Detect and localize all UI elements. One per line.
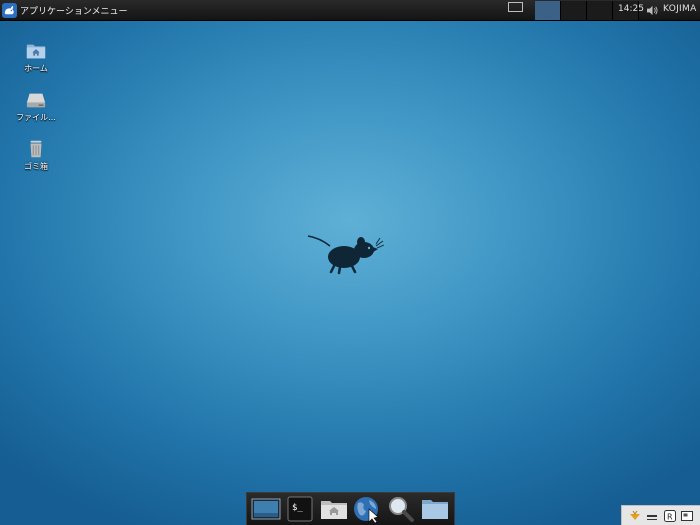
dock-panel: $_ — [246, 492, 455, 525]
desktop-icon-label: ホーム — [24, 64, 48, 73]
dock-app-finder-button[interactable] — [386, 494, 416, 524]
input-method-icon — [647, 514, 658, 520]
r-icon: R — [663, 509, 676, 522]
home-folder-icon — [320, 501, 347, 519]
tray-input-method[interactable] — [645, 509, 659, 523]
desktop-icon-filesystem[interactable]: ファイル... — [11, 89, 61, 123]
clock[interactable]: 14:25 — [618, 4, 644, 14]
applications-menu-button[interactable]: アプリケーションメニュー — [2, 1, 128, 19]
svg-text:R: R — [667, 512, 673, 521]
window-buttons-area[interactable] — [508, 2, 523, 12]
dock-show-desktop-button[interactable] — [251, 494, 281, 524]
dock-terminal-button[interactable]: $_ — [285, 494, 315, 524]
volume-icon[interactable] — [646, 5, 659, 16]
search-icon — [389, 497, 415, 522]
applications-menu-label: アプリケーションメニュー — [20, 6, 128, 17]
svg-text:$_: $_ — [292, 503, 303, 513]
filesystem-drive-icon — [26, 93, 46, 108]
home-folder-icon — [26, 44, 46, 59]
tray-updates[interactable] — [628, 509, 642, 523]
folder-icon — [422, 500, 449, 519]
system-tray: R — [621, 505, 700, 525]
top-panel: アプリケーションメニュー 14:25 KOJIMA — [0, 0, 700, 21]
desktop-icon-home[interactable]: ホーム — [11, 40, 61, 74]
desktop-icon-label: ゴミ箱 — [24, 162, 48, 171]
web-browser-icon — [354, 497, 380, 523]
workspace-2[interactable] — [561, 1, 587, 20]
dock-home-folder-button[interactable] — [319, 494, 349, 524]
desktop-icon-trash[interactable]: ゴミ箱 — [11, 138, 61, 172]
trash-icon — [30, 140, 42, 158]
tray-r[interactable]: R — [663, 509, 677, 523]
xfce-logo-icon — [2, 2, 17, 18]
terminal-icon: $_ — [287, 496, 313, 522]
show-desktop-icon — [251, 498, 281, 520]
updates-icon — [629, 510, 640, 520]
dock-file-manager-button[interactable] — [420, 494, 450, 524]
xfce-mouse-wallpaper-icon — [307, 235, 385, 275]
user-menu[interactable]: KOJIMA — [663, 4, 697, 14]
dock-web-browser-button[interactable] — [352, 494, 382, 524]
workspace-1[interactable] — [535, 1, 561, 20]
workspace-3[interactable] — [587, 1, 613, 20]
tray-display[interactable] — [680, 509, 694, 523]
display-icon — [681, 510, 694, 521]
desktop-icon-label: ファイル... — [16, 113, 56, 122]
